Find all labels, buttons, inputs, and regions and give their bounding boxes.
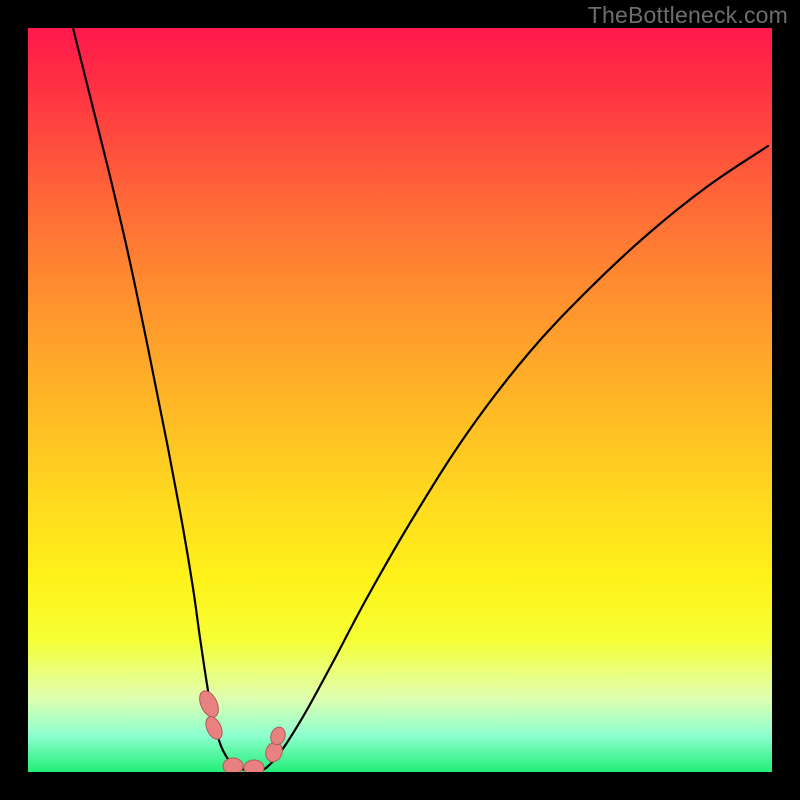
- data-marker-1: [203, 714, 226, 742]
- curve-group: [73, 28, 768, 770]
- chart-plot-area: [28, 28, 772, 772]
- watermark-text: TheBottleneck.com: [588, 2, 788, 29]
- marker-group: [196, 688, 288, 772]
- data-marker-0: [196, 688, 222, 720]
- curve-left-branch: [73, 28, 238, 768]
- curve-right-branch: [266, 146, 768, 768]
- chart-svg: [28, 28, 772, 772]
- data-marker-2: [223, 758, 243, 772]
- data-marker-3: [244, 760, 264, 772]
